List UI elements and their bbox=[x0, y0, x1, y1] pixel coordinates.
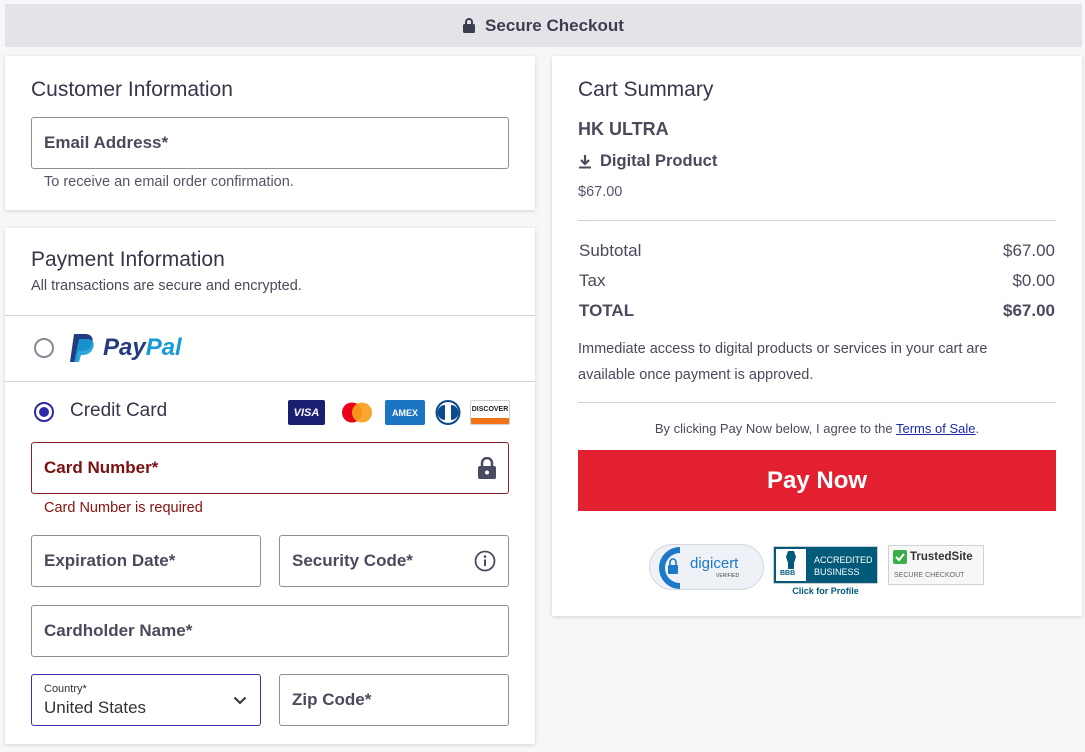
payment-info-card: Payment Information All transactions are… bbox=[5, 228, 535, 744]
digicert-badge[interactable]: digicert VERIFIED bbox=[649, 544, 764, 590]
discover-label: DISCOVER bbox=[471, 406, 509, 413]
discover-icon: DISCOVER bbox=[470, 400, 510, 425]
paypal-wordmark: PayPal bbox=[103, 334, 182, 362]
customer-info-card: Customer Information Email Address* To r… bbox=[5, 56, 535, 210]
total-value: $67.00 bbox=[1003, 301, 1055, 320]
paypal-logo[interactable]: PayPal bbox=[69, 332, 182, 364]
cardholder-name-field[interactable]: Cardholder Name* bbox=[31, 605, 509, 657]
payment-info-title: Payment Information bbox=[31, 248, 225, 271]
chevron-down-icon bbox=[233, 696, 247, 705]
lock-icon bbox=[463, 18, 476, 33]
card-number-field[interactable]: Card Number* bbox=[31, 442, 509, 494]
digicert-sub: VERIFIED bbox=[716, 573, 740, 579]
trustedsite-label: TrustedSite bbox=[910, 551, 973, 563]
divider bbox=[578, 220, 1056, 221]
paypal-radio[interactable] bbox=[34, 338, 54, 358]
bbb-logo-panel: BBB bbox=[776, 549, 806, 581]
card-number-error: Card Number is required bbox=[44, 500, 203, 516]
bbb-logo-text: BBB bbox=[780, 570, 796, 577]
info-icon[interactable] bbox=[474, 550, 496, 572]
cardholder-name-label: Cardholder Name* bbox=[44, 621, 193, 640]
access-note-line: available once payment is approved. bbox=[578, 367, 814, 383]
total-row: TOTAL $67.00 bbox=[579, 301, 1055, 321]
subtotal-row: Subtotal $67.00 bbox=[579, 241, 1055, 261]
trustedsite-sub: SECURE CHECKOUT bbox=[894, 572, 965, 579]
divider bbox=[5, 381, 535, 382]
cart-summary-card: Cart Summary HK ULTRA Digital Product $6… bbox=[552, 56, 1082, 616]
subtotal-value: $67.00 bbox=[1003, 241, 1055, 260]
trustedsite-badge[interactable]: TrustedSite SECURE CHECKOUT bbox=[888, 545, 984, 585]
credit-card-label[interactable]: Credit Card bbox=[70, 400, 167, 422]
customer-info-title: Customer Information bbox=[31, 78, 233, 101]
country-label: Country* bbox=[44, 683, 87, 695]
card-number-label: Card Number* bbox=[44, 458, 159, 477]
divider bbox=[578, 402, 1056, 403]
diners-club-icon bbox=[435, 400, 461, 425]
discover-stripe bbox=[471, 418, 509, 424]
total-label: TOTAL bbox=[579, 301, 635, 320]
country-select[interactable]: Country* United States bbox=[31, 674, 261, 726]
expiration-date-label: Expiration Date* bbox=[44, 551, 176, 570]
access-note-line: Immediate access to digital products or … bbox=[578, 341, 988, 357]
pay-now-button[interactable]: Pay Now bbox=[578, 450, 1056, 511]
divider bbox=[5, 315, 535, 316]
paypal-pay-text: Pay bbox=[103, 334, 146, 361]
terms-agreement: By clicking Pay Now below, I agree to th… bbox=[578, 421, 1056, 436]
mastercard-icon bbox=[338, 400, 376, 425]
payment-subtitle: All transactions are secure and encrypte… bbox=[31, 278, 302, 294]
digicert-label: digicert bbox=[690, 555, 739, 572]
subtotal-label: Subtotal bbox=[579, 241, 642, 260]
product-type-label: Digital Product bbox=[600, 152, 718, 170]
header-title: Secure Checkout bbox=[485, 15, 624, 35]
secure-checkout-bar: Secure Checkout bbox=[5, 4, 1082, 47]
paypal-icon bbox=[70, 334, 94, 362]
checkmark-icon bbox=[893, 550, 907, 564]
security-code-label: Security Code* bbox=[292, 551, 413, 570]
email-hint: To receive an email order confirmation. bbox=[44, 174, 294, 190]
expiration-date-field[interactable]: Expiration Date* bbox=[31, 535, 261, 587]
agree-text: By clicking Pay Now below, I agree to th… bbox=[654, 421, 896, 436]
zip-code-field[interactable]: Zip Code* bbox=[279, 674, 509, 726]
tax-row: Tax $0.00 bbox=[579, 271, 1055, 291]
zip-code-label: Zip Code* bbox=[292, 690, 372, 709]
terms-of-sale-link[interactable]: Terms of Sale bbox=[896, 421, 975, 436]
tax-value: $0.00 bbox=[1012, 271, 1055, 290]
bbb-badge[interactable]: BBB ACCREDITED BUSINESS Click for Profil… bbox=[773, 546, 878, 600]
cart-summary-title: Cart Summary bbox=[578, 78, 714, 101]
lock-icon bbox=[478, 457, 496, 479]
visa-icon: VISA bbox=[288, 400, 325, 425]
credit-card-radio[interactable] bbox=[34, 402, 54, 422]
download-icon bbox=[579, 155, 591, 169]
email-field[interactable]: Email Address* bbox=[31, 117, 509, 169]
bbb-torch-icon bbox=[786, 551, 796, 569]
tax-label: Tax bbox=[579, 271, 606, 290]
bbb-accredited-text: ACCREDITED bbox=[814, 555, 873, 565]
product-name: HK ULTRA bbox=[578, 119, 669, 139]
bbb-business-text: BUSINESS bbox=[814, 567, 860, 577]
product-type: Digital Product bbox=[578, 152, 717, 171]
agree-end: . bbox=[975, 421, 980, 436]
bbb-profile-link[interactable]: Click for Profile bbox=[773, 586, 878, 596]
access-note: Immediate access to digital products or … bbox=[578, 336, 987, 388]
bbb-box: BBB ACCREDITED BUSINESS bbox=[773, 546, 878, 584]
email-label: Email Address* bbox=[44, 133, 169, 152]
security-code-field[interactable]: Security Code* bbox=[279, 535, 509, 587]
paypal-pal-text: Pal bbox=[145, 334, 182, 361]
trustedsite-header: TrustedSite bbox=[893, 550, 973, 564]
amex-icon: AMEX bbox=[385, 400, 425, 425]
product-price: $67.00 bbox=[578, 184, 623, 200]
country-value: United States bbox=[44, 698, 147, 717]
